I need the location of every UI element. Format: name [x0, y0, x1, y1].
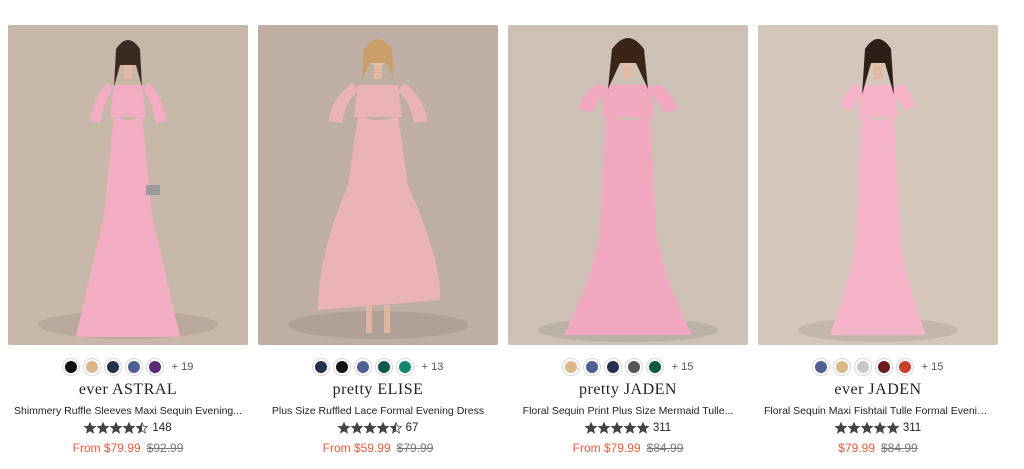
- color-swatch[interactable]: [375, 359, 392, 375]
- star-icon: [363, 422, 376, 434]
- more-colors-count[interactable]: + 15: [672, 361, 694, 373]
- product-card[interactable]: + 15 pretty JADEN Floral Sequin Print Pl…: [508, 25, 748, 465]
- color-swatch[interactable]: [833, 359, 850, 375]
- rating: 148: [8, 422, 248, 434]
- more-colors-count[interactable]: + 15: [922, 361, 944, 373]
- product-card[interactable]: + 15 ever JADEN Floral Sequin Maxi Fisht…: [758, 25, 998, 465]
- star-icon: [623, 422, 636, 434]
- product-name[interactable]: Floral Sequin Print Plus Size Mermaid Tu…: [514, 405, 742, 417]
- color-swatch[interactable]: [562, 359, 579, 375]
- product-name[interactable]: Shimmery Ruffle Sleeves Maxi Sequin Even…: [14, 405, 242, 417]
- color-swatch[interactable]: [583, 359, 600, 375]
- product-image[interactable]: [258, 25, 498, 345]
- star-icon: [337, 422, 350, 434]
- color-swatch[interactable]: [62, 359, 79, 375]
- price-current: From $59.99: [322, 441, 391, 455]
- star-icon: [84, 422, 97, 434]
- color-swatch[interactable]: [625, 359, 642, 375]
- star-icon: [886, 422, 899, 434]
- color-swatch[interactable]: [104, 359, 121, 375]
- star-icon: [847, 422, 860, 434]
- color-swatch[interactable]: [146, 359, 163, 375]
- star-icon: [97, 422, 110, 434]
- color-swatch[interactable]: [875, 359, 892, 375]
- product-name[interactable]: Plus Size Ruffled Lace Formal Evening Dr…: [264, 405, 492, 417]
- product-card[interactable]: + 13 pretty ELISE Plus Size Ruffled Lace…: [258, 25, 498, 465]
- color-swatch[interactable]: [854, 359, 871, 375]
- rating: 311: [758, 422, 998, 434]
- price-original: $79.99: [396, 441, 434, 455]
- price: $79.99 $84.99: [758, 441, 998, 455]
- rating-count: 311: [652, 422, 672, 434]
- color-swatches: + 19: [8, 359, 248, 375]
- price-current: From $79.99: [572, 441, 641, 455]
- color-swatch[interactable]: [646, 359, 663, 375]
- product-image[interactable]: [508, 25, 748, 345]
- color-swatches: + 15: [508, 359, 748, 375]
- more-colors-count[interactable]: + 19: [172, 361, 194, 373]
- product-brand[interactable]: ever ASTRAL: [8, 381, 248, 399]
- color-swatch[interactable]: [896, 359, 913, 375]
- star-icon: [873, 422, 886, 434]
- color-swatch[interactable]: [83, 359, 100, 375]
- price: From $79.99 $84.99: [508, 441, 748, 455]
- star-icon: [389, 422, 402, 434]
- color-swatch[interactable]: [604, 359, 621, 375]
- color-swatch[interactable]: [354, 359, 371, 375]
- price-original: $84.99: [646, 441, 684, 455]
- price-original: $84.99: [881, 441, 918, 455]
- star-icon: [636, 422, 649, 434]
- rating-count: 311: [902, 422, 922, 434]
- product-image[interactable]: [8, 25, 248, 345]
- star-icon: [376, 422, 389, 434]
- star-icon: [860, 422, 873, 434]
- color-swatches: + 15: [758, 359, 998, 375]
- rating-count: 148: [152, 422, 172, 434]
- color-swatches: + 13: [258, 359, 498, 375]
- star-icon: [350, 422, 363, 434]
- product-brand[interactable]: pretty ELISE: [258, 381, 498, 399]
- rating: 67: [258, 422, 498, 434]
- color-swatch[interactable]: [333, 359, 350, 375]
- star-icon: [123, 422, 136, 434]
- product-name[interactable]: Floral Sequin Maxi Fishtail Tulle Formal…: [764, 405, 992, 417]
- price-current: From $79.99: [72, 441, 141, 455]
- star-icon: [610, 422, 623, 434]
- rating: 311: [508, 422, 748, 434]
- product-grid: + 19 ever ASTRAL Shimmery Ruffle Sleeves…: [8, 25, 1008, 465]
- price: From $79.99 $92.99: [8, 441, 248, 455]
- color-swatch[interactable]: [812, 359, 829, 375]
- product-brand[interactable]: ever JADEN: [758, 381, 998, 399]
- rating-count: 67: [405, 422, 419, 434]
- price-current: $79.99: [838, 441, 875, 455]
- product-brand[interactable]: pretty JADEN: [508, 381, 748, 399]
- color-swatch[interactable]: [125, 359, 142, 375]
- product-card[interactable]: + 19 ever ASTRAL Shimmery Ruffle Sleeves…: [8, 25, 248, 465]
- star-icon: [110, 422, 123, 434]
- color-swatch[interactable]: [312, 359, 329, 375]
- price-original: $92.99: [146, 441, 184, 455]
- color-swatch[interactable]: [396, 359, 413, 375]
- more-colors-count[interactable]: + 13: [422, 361, 444, 373]
- star-icon: [597, 422, 610, 434]
- star-icon: [584, 422, 597, 434]
- price: From $59.99 $79.99: [258, 441, 498, 455]
- product-image[interactable]: [758, 25, 998, 345]
- star-icon: [834, 422, 847, 434]
- star-icon: [136, 422, 149, 434]
